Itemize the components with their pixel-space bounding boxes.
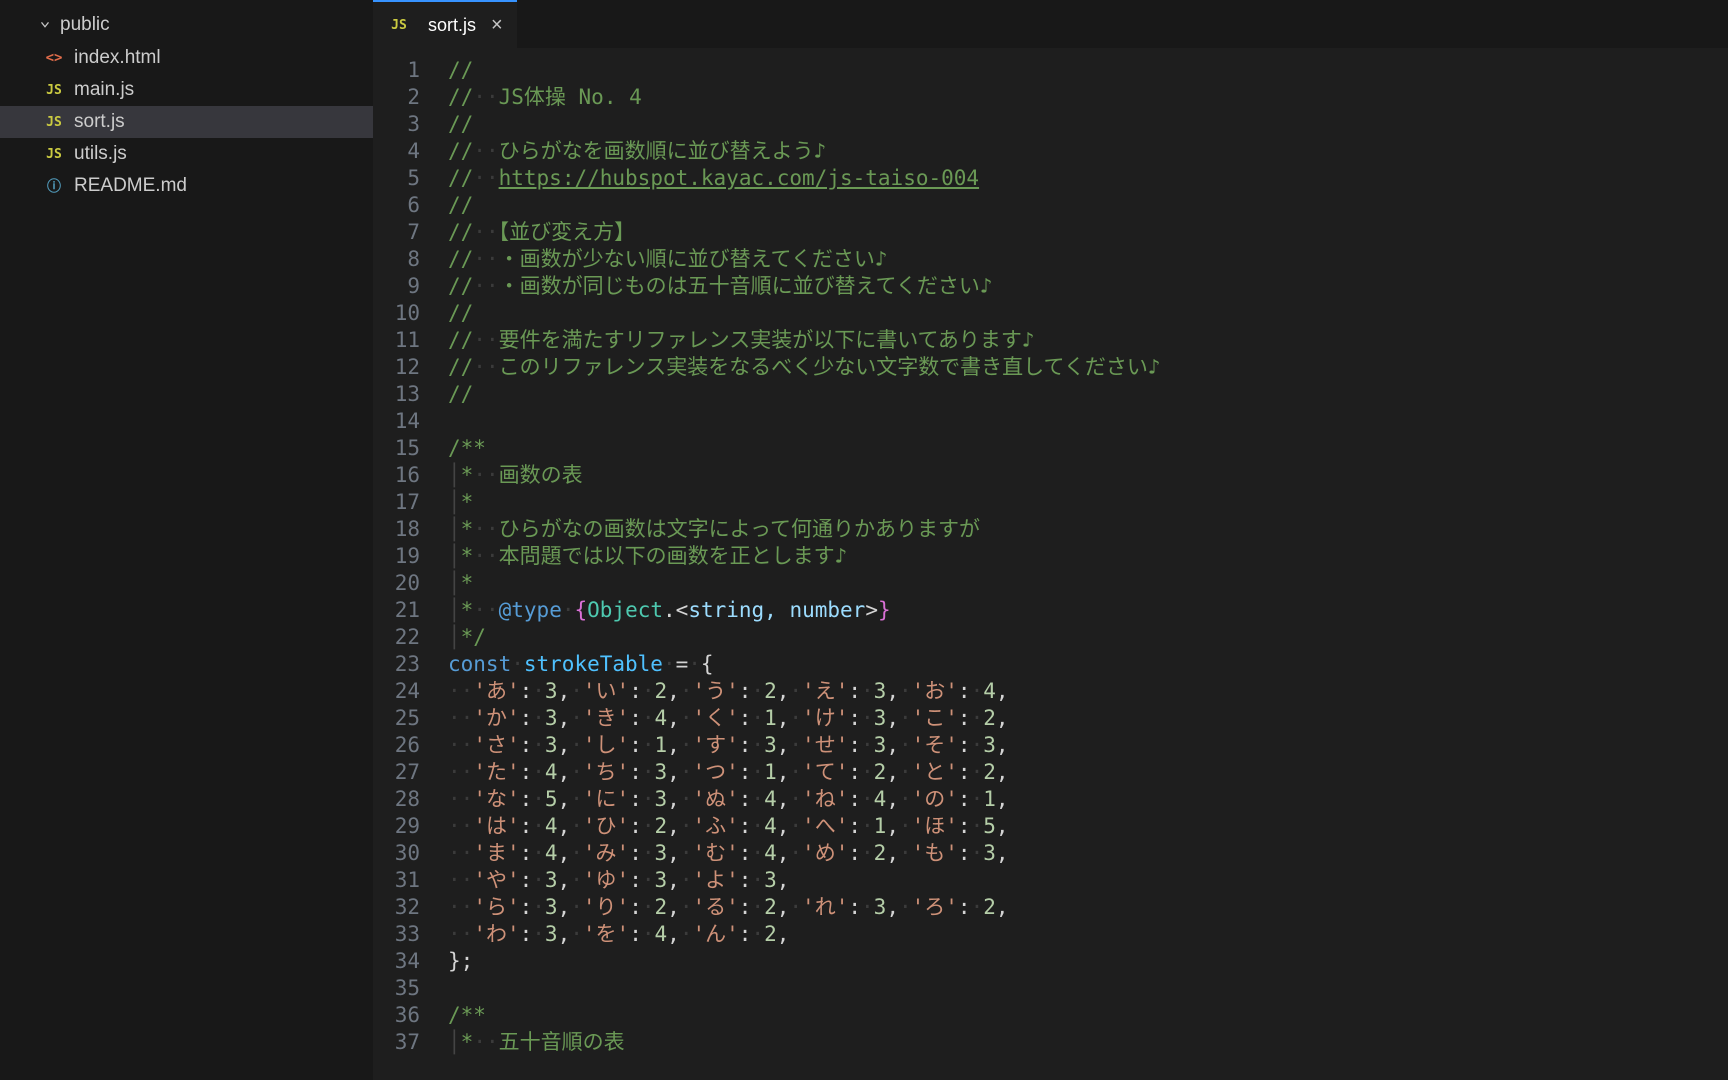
file-name: utils.js: [74, 143, 127, 165]
file-utils-js[interactable]: JS utils.js: [0, 138, 373, 170]
js-file-icon: JS: [42, 115, 66, 130]
file-name: sort.js: [74, 111, 125, 133]
chevron-down-icon: [38, 18, 52, 32]
info-icon: ⓘ: [42, 176, 66, 196]
editor-area: JS sort.js × 123456789101112131415161718…: [373, 0, 1728, 1080]
tab-sort-js[interactable]: JS sort.js ×: [373, 0, 517, 48]
app-root: public <> index.html JS main.js JS sort.js JS u…: [0, 0, 1728, 1080]
file-main-js[interactable]: JS main.js: [0, 74, 373, 106]
file-index-html[interactable]: <> index.html: [0, 42, 373, 74]
tab-title: sort.js: [428, 15, 476, 36]
tab-bar: JS sort.js ×: [373, 0, 1728, 49]
close-icon[interactable]: ×: [491, 14, 503, 37]
line-gutter: 1234567891011121314151617181920212223242…: [373, 57, 448, 1080]
file-name: index.html: [74, 47, 161, 69]
file-explorer: public <> index.html JS main.js JS sort.js JS u…: [0, 0, 373, 1080]
folder-name: public: [60, 14, 110, 36]
file-name: README.md: [74, 175, 187, 197]
html-file-icon: <>: [42, 50, 66, 66]
file-README-md[interactable]: ⓘ README.md: [0, 170, 373, 202]
js-file-icon: JS: [42, 147, 66, 162]
code-content[interactable]: ////··JS体操 No. 4////··ひらがなを画数順に並び替えよう♪//…: [448, 57, 1728, 1080]
js-file-icon: JS: [42, 83, 66, 98]
file-list: <> index.html JS main.js JS sort.js JS utils.js…: [0, 42, 373, 202]
file-name: main.js: [74, 79, 134, 101]
file-sort-js[interactable]: JS sort.js: [0, 106, 373, 138]
folder-row[interactable]: public: [0, 8, 373, 42]
js-file-icon: JS: [387, 18, 411, 33]
editor-body[interactable]: 1234567891011121314151617181920212223242…: [373, 49, 1728, 1080]
